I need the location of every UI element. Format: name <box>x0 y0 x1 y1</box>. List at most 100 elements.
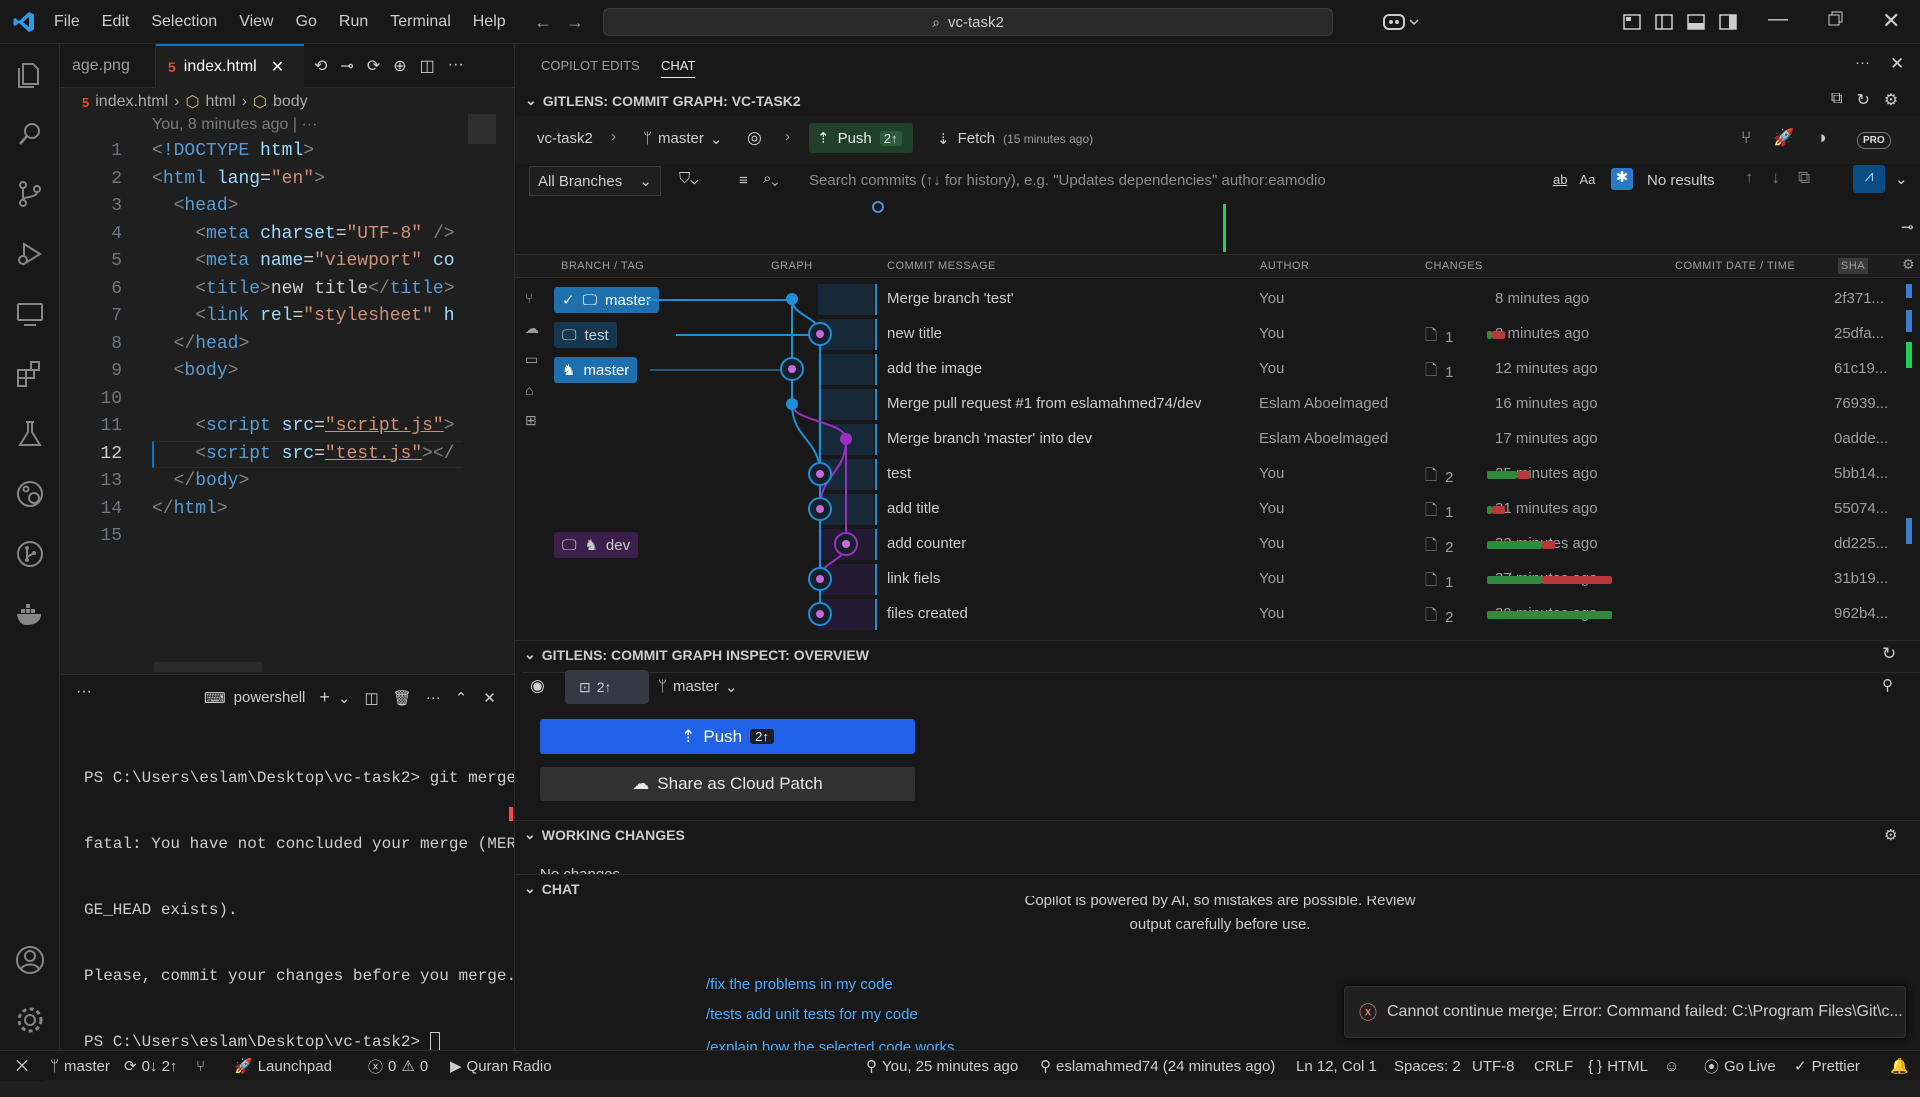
back-arrow-icon[interactable]: ← <box>534 12 552 33</box>
inspect-header[interactable]: ⌄ GITLENS: COMMIT GRAPH INSPECT: OVERVIE… <box>524 646 869 663</box>
trash-icon[interactable]: 🗑 <box>393 689 412 707</box>
column-author[interactable]: AUTHOR <box>1260 260 1309 272</box>
remote-explorer-icon[interactable] <box>14 298 46 330</box>
filter-icon[interactable]: ⛉⌄ <box>679 170 698 187</box>
gitlens-commits-icon[interactable]: ⊕ <box>393 56 406 76</box>
testing-icon[interactable] <box>14 418 46 450</box>
code-line[interactable]: </html> <box>152 496 228 524</box>
commit-node[interactable] <box>786 398 798 410</box>
inspect-branch-selector[interactable]: ᛘ master ⌄ <box>658 678 737 696</box>
customize-layout-icon[interactable] <box>1622 12 1642 32</box>
column-settings-icon[interactable]: ⚙ <box>1902 256 1915 273</box>
split-editor-icon[interactable]: ◫ <box>420 56 435 76</box>
commit-dot-icon[interactable]: ⊸ <box>340 56 353 76</box>
status-language[interactable]: { } HTML <box>1588 1051 1648 1081</box>
forward-arrow-icon[interactable]: → <box>566 12 584 33</box>
fetch-button[interactable]: ⇣ Fetch (15 minutes ago) <box>937 130 1093 148</box>
open-in-editor-icon[interactable]: ⧉ <box>1831 90 1842 110</box>
minimize-icon[interactable]: — <box>1768 8 1788 31</box>
code-line[interactable]: <script src="test.js"></ <box>152 441 454 469</box>
search-mode-icon[interactable]: ≡ <box>739 172 748 189</box>
refresh-icon[interactable]: ↻ <box>1882 644 1896 664</box>
branch-add-icon[interactable]: ⑂ <box>1741 128 1751 148</box>
gitlens-inspect-icon[interactable] <box>14 478 46 510</box>
source-control-icon[interactable] <box>14 178 46 210</box>
status-author[interactable]: ⚲ eslamahmed74 (24 minutes ago) <box>1040 1051 1275 1081</box>
branch-tag[interactable]: ✓ 🖵 master <box>554 287 659 313</box>
inline-blame[interactable]: You, 8 minutes ago | ··· <box>152 116 317 134</box>
timeline-back-icon[interactable]: ⟲ <box>314 56 327 76</box>
branch-tag[interactable]: ♞ master <box>554 357 638 383</box>
status-quran-radio[interactable]: ▶ Quran Radio <box>450 1051 552 1081</box>
tab-copilot-edits[interactable]: COPILOT EDITS <box>541 58 640 73</box>
code-line[interactable]: </head> <box>152 331 250 359</box>
restore-icon[interactable] <box>1826 10 1844 28</box>
commit-search-input[interactable]: Search commits (↑↓ for history), e.g. "U… <box>809 172 1669 189</box>
gitlens-icon[interactable] <box>14 538 46 570</box>
column-commit-message[interactable]: COMMIT MESSAGE <box>887 260 996 272</box>
repo-name[interactable]: vc-task2 <box>537 130 593 147</box>
terminal-more-icon[interactable]: ··· <box>76 683 92 701</box>
column-graph[interactable]: GRAPH <box>771 260 813 272</box>
launchpad-rocket-icon[interactable]: 🚀 <box>1773 128 1794 148</box>
graph-minimap[interactable] <box>515 204 1920 254</box>
close-tab-icon[interactable]: ✕ <box>271 57 284 77</box>
docker-icon[interactable] <box>14 598 46 630</box>
branch-selector[interactable]: ᛘ master ⌄ <box>643 130 722 148</box>
split-terminal-icon[interactable]: ◫ <box>364 689 378 707</box>
status-prettier[interactable]: ✓ Prettier <box>1794 1051 1860 1081</box>
status-problems[interactable]: ⓧ 0 ⚠ 0 <box>368 1051 428 1081</box>
gitlens-icon[interactable]: ◑ <box>1816 128 1826 148</box>
status-launchpad[interactable]: 🚀 Launchpad <box>234 1051 332 1081</box>
suggestion-tests[interactable]: /tests add unit tests for my code <box>706 1006 918 1023</box>
status-blame[interactable]: ⚲ You, 25 minutes ago <box>866 1051 1018 1081</box>
tab-index-html[interactable]: 5 index.html ✕ <box>156 44 304 88</box>
menu-terminal[interactable]: Terminal <box>390 13 450 31</box>
code-line[interactable]: <html lang="en"> <box>152 166 325 194</box>
code-line[interactable]: <script src="script.js"> <box>152 413 454 441</box>
terminal-shell-label[interactable]: powershell <box>234 689 306 706</box>
status-encoding[interactable]: UTF-8 <box>1472 1051 1515 1081</box>
working-changes-header[interactable]: ⌄ WORKING CHANGES <box>524 826 685 843</box>
status-gitlens-icon[interactable]: ⑂ <box>196 1051 205 1081</box>
minimap-toggle-icon[interactable]: ⩘ <box>1853 165 1885 193</box>
close-sidebar-icon[interactable]: ✕ <box>1890 54 1904 74</box>
match-case-toggle[interactable]: Aa <box>1579 172 1595 187</box>
chevron-down-icon[interactable]: ⌄ <box>338 689 351 707</box>
more-actions-icon[interactable]: ··· <box>426 689 441 706</box>
explorer-icon[interactable] <box>14 58 46 90</box>
column-branch-tag[interactable]: BRANCH / TAG <box>561 260 644 272</box>
code-line[interactable]: <!DOCTYPE html> <box>152 138 314 166</box>
accounts-icon[interactable] <box>14 944 46 976</box>
menu-edit[interactable]: Edit <box>102 13 130 31</box>
settings-gear-icon[interactable]: ⚙ <box>1884 90 1898 110</box>
branches-filter-dropdown[interactable]: All Branches ⌄ <box>529 166 661 196</box>
toggle-secondary-sidebar-icon[interactable] <box>1718 12 1738 32</box>
error-notification[interactable]: ⓧ Cannot continue merge; Error: Command … <box>1344 986 1906 1038</box>
commit-graph-header[interactable]: ⌄ GITLENS: COMMIT GRAPH: VC-TASK2 <box>525 92 801 109</box>
suggestion-fix[interactable]: /fix the problems in my code <box>706 976 893 993</box>
maximize-panel-icon[interactable]: ⌃ <box>455 689 468 707</box>
code-line[interactable]: <title>new title</title> <box>152 276 454 304</box>
column-commit-date[interactable]: COMMIT DATE / TIME <box>1675 260 1795 272</box>
previous-result-icon[interactable]: ↑ <box>1745 168 1754 188</box>
code-line[interactable]: <meta charset="UTF-8" /> <box>152 221 454 249</box>
commit-node[interactable] <box>786 293 798 305</box>
regex-toggle-icon[interactable]: ✱ <box>1611 168 1633 190</box>
breadcrumb-file[interactable]: index.html <box>95 93 168 111</box>
run-debug-icon[interactable] <box>14 238 46 270</box>
chat-header[interactable]: ⌄ CHAT <box>524 880 580 897</box>
minimap[interactable] <box>468 114 496 144</box>
code-line[interactable]: <link rel="stylesheet" h <box>152 303 454 331</box>
pin-icon[interactable]: ⚲ <box>1882 676 1893 694</box>
close-window-icon[interactable]: ✕ <box>1882 8 1900 34</box>
inspect-wip-tab[interactable]: ⊡ 2↑ <box>565 670 649 704</box>
command-center-search[interactable]: ⌕ vc-task2 <box>603 8 1333 36</box>
more-actions-icon[interactable]: ··· <box>448 56 464 76</box>
remote-indicator-icon[interactable]: ⨉ <box>0 1051 44 1081</box>
status-eol[interactable]: CRLF <box>1534 1051 1573 1081</box>
settings-icon[interactable]: ⚙ <box>1884 826 1897 844</box>
menu-help[interactable]: Help <box>473 13 506 31</box>
extensions-icon[interactable] <box>14 358 46 390</box>
code-line[interactable]: <head> <box>152 193 239 221</box>
